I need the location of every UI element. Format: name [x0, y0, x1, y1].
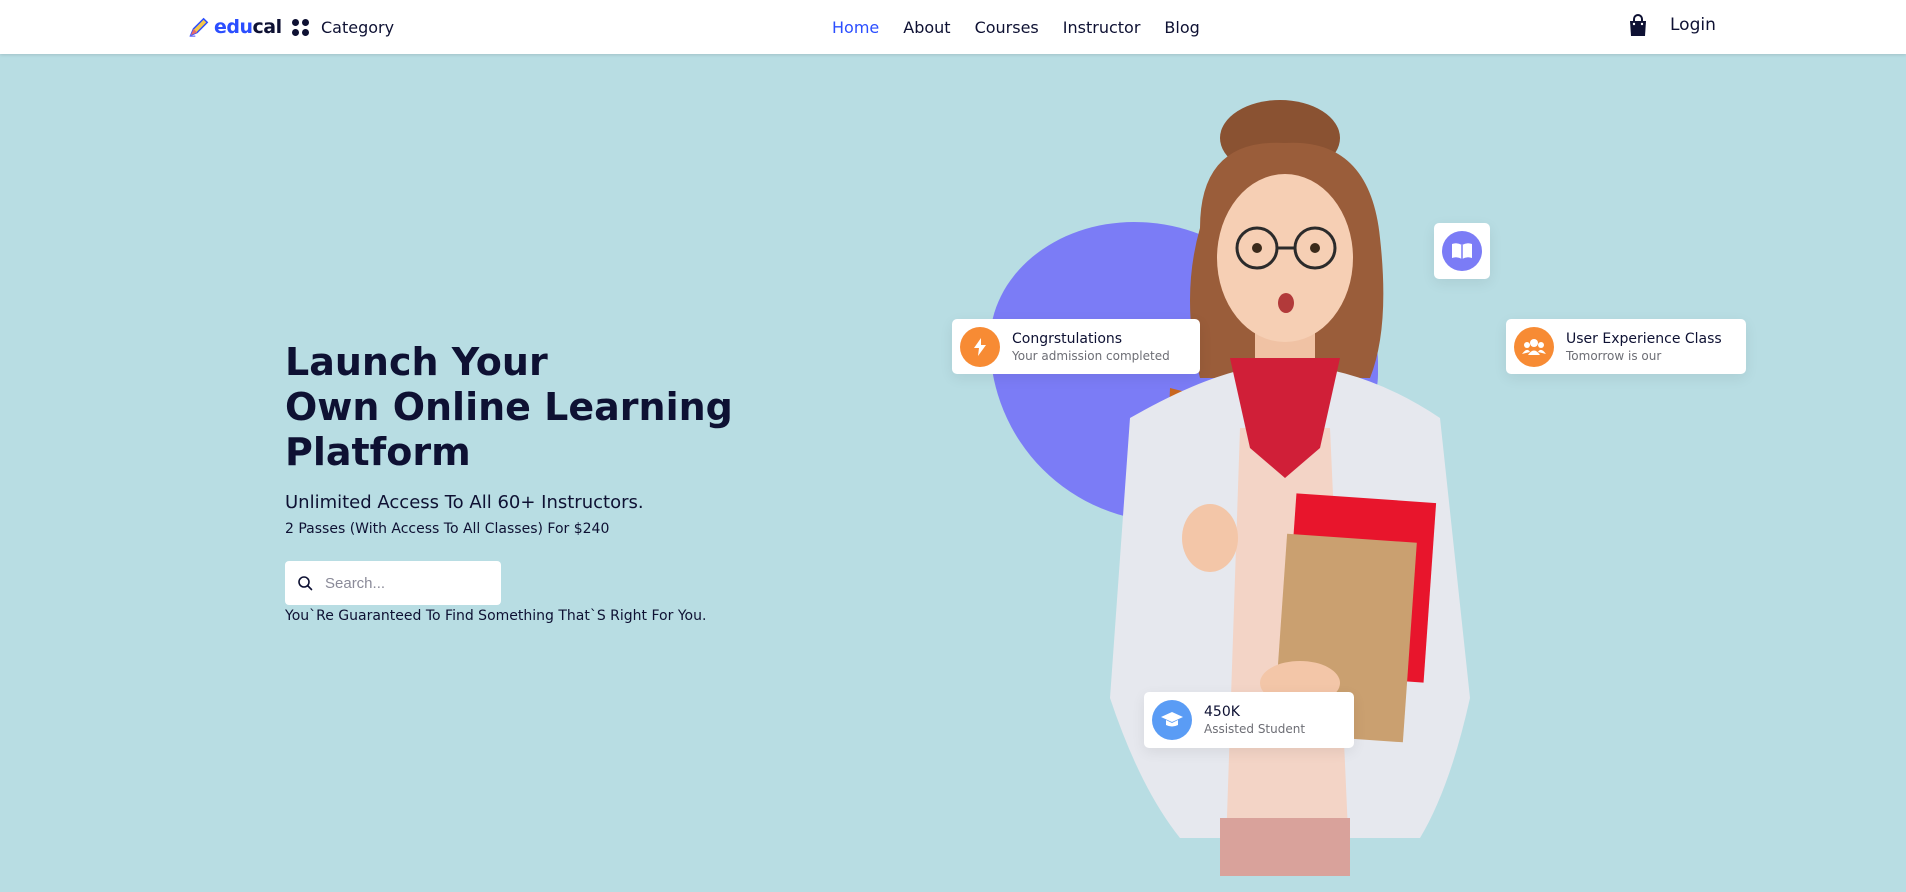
- student-hero-image: [1110, 100, 1470, 876]
- congrats-subtitle: Your admission completed: [1012, 348, 1170, 363]
- congrats-card: Congrstulations Your admission completed: [952, 319, 1200, 374]
- login-link[interactable]: Login: [1670, 15, 1716, 35]
- ux-class-card: User Experience Class Tomorrow is our: [1506, 319, 1746, 374]
- guarantee-text: You`Re Guaranteed To Find Something That…: [285, 608, 707, 624]
- ux-class-subtitle: Tomorrow is our: [1566, 348, 1662, 363]
- ux-class-text: User Experience Class Tomorrow is our: [1566, 331, 1722, 363]
- nav-blog[interactable]: Blog: [1164, 18, 1199, 37]
- students-subtitle: Assisted Student: [1204, 722, 1306, 736]
- users-icon: [1514, 326, 1554, 367]
- ux-class-title: User Experience Class: [1566, 330, 1722, 347]
- search-input[interactable]: [325, 574, 485, 592]
- nav-about[interactable]: About: [903, 18, 950, 37]
- logo-text: educal: [214, 16, 282, 38]
- pencil-logo-icon: [189, 17, 209, 37]
- students-text: 450K Assisted Student: [1204, 704, 1305, 736]
- book-card: [1434, 223, 1490, 279]
- students-count: 450K: [1204, 704, 1240, 720]
- site-header: educal Category Home About Courses Instr…: [0, 0, 1906, 54]
- hero-passes: 2 Passes (With Access To All Classes) Fo…: [285, 521, 610, 537]
- students-card: 450K Assisted Student: [1144, 692, 1354, 748]
- hero-subtitle: Unlimited Access To All 60+ Instructors.: [285, 492, 644, 513]
- search-icon[interactable]: [297, 575, 313, 591]
- shopping-bag-icon[interactable]: [1627, 14, 1649, 38]
- hero-title-line: Platform: [285, 430, 471, 474]
- hero-title: Launch Your Own Online Learning Platform: [285, 340, 805, 475]
- search-box: [285, 561, 501, 605]
- congrats-text: Congrstulations Your admission completed: [1012, 331, 1170, 363]
- hero-title-line: Launch Your: [285, 340, 548, 384]
- lightning-icon: [960, 326, 1000, 367]
- congrats-title: Congrstulations: [1012, 330, 1123, 347]
- nav-instructor[interactable]: Instructor: [1063, 18, 1141, 37]
- main-nav: Home About Courses Instructor Blog: [832, 15, 1200, 39]
- graduation-cap-icon: [1152, 700, 1192, 740]
- nav-courses[interactable]: Courses: [975, 18, 1039, 37]
- logo[interactable]: educal: [188, 14, 282, 40]
- category-label: Category: [321, 17, 395, 37]
- open-book-icon: [1442, 231, 1482, 271]
- nav-home[interactable]: Home: [832, 18, 879, 37]
- grid-dots-icon: [292, 18, 309, 36]
- category-menu[interactable]: Category: [292, 15, 394, 39]
- hero-title-line: Own Online Learning: [285, 385, 733, 429]
